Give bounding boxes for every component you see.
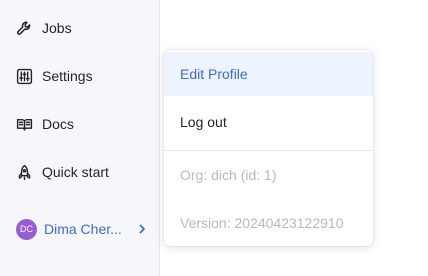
book-open-icon xyxy=(16,116,33,133)
sidebar-item-jobs[interactable]: Jobs xyxy=(16,16,72,40)
sidebar-item-label: Settings xyxy=(42,68,93,84)
sidebar-item-quick-start[interactable]: Quick start xyxy=(16,160,109,184)
sidebar-item-settings[interactable]: Settings xyxy=(16,64,93,88)
chevron-right-icon xyxy=(137,223,147,235)
user-menu-trigger[interactable]: DC Dima Cher... xyxy=(16,218,148,240)
avatar: DC xyxy=(16,218,37,240)
sidebar: Jobs Settings Docs Quick start DC Dima C… xyxy=(0,0,160,276)
edit-profile-menu-item[interactable]: Edit Profile xyxy=(164,52,373,96)
sliders-icon xyxy=(16,68,33,85)
sidebar-item-label: Docs xyxy=(42,116,74,132)
sidebar-item-label: Jobs xyxy=(42,20,72,36)
org-info: Org: dich (id: 1) xyxy=(180,167,277,183)
user-dropdown-menu: Edit Profile Log out Org: dich (id: 1) V… xyxy=(164,50,373,246)
user-name: Dima Cher... xyxy=(44,221,122,237)
version-info: Version: 20240423122910 xyxy=(180,215,344,231)
sidebar-item-label: Quick start xyxy=(42,164,109,180)
sidebar-item-docs[interactable]: Docs xyxy=(16,112,74,136)
log-out-menu-item[interactable]: Log out xyxy=(164,100,373,144)
rocket-icon xyxy=(16,164,33,181)
wrench-icon xyxy=(16,20,33,37)
menu-divider xyxy=(164,150,373,151)
